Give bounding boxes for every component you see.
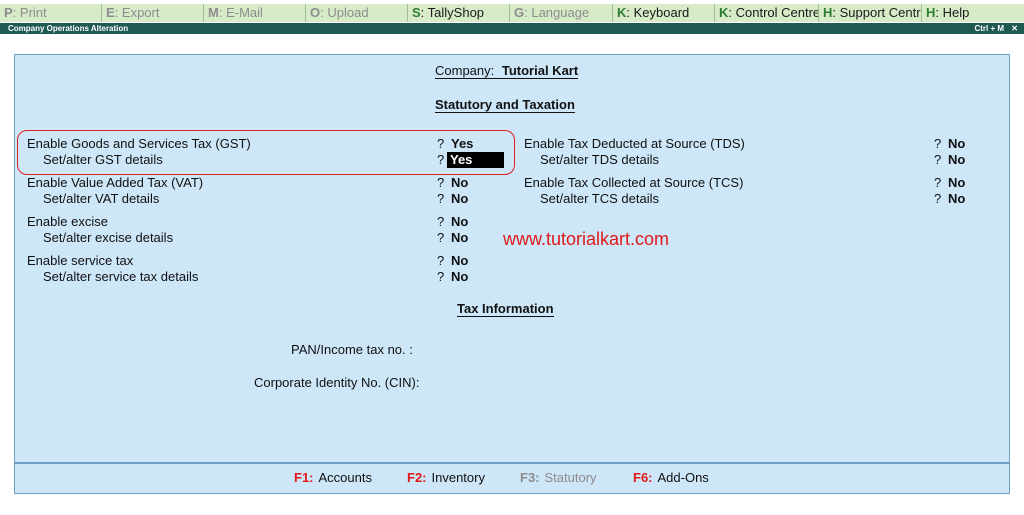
tcs-enable-label: Enable Tax Collected at Source (TCS)	[524, 175, 744, 190]
excise-details-label: Set/alter excise details	[43, 230, 174, 245]
top-menu-bar: P: Print E: Export M: E-Mail O: Upload S…	[0, 4, 1024, 22]
vat-details-value[interactable]: No	[451, 191, 468, 207]
section-tax-info-title: Tax Information	[457, 301, 554, 317]
vat-enable-q: ?	[437, 175, 445, 190]
service-tax-enable-q: ?	[437, 253, 445, 268]
footer-statutory-button[interactable]: F3: Statutory	[520, 470, 597, 485]
section-statutory-title: Statutory and Taxation	[435, 97, 575, 113]
footer-addons-button[interactable]: F6: Add-Ons	[633, 470, 709, 485]
tcs-details-label: Set/alter TCS details	[540, 191, 659, 206]
cin-label: Corporate Identity No. (CIN):	[254, 375, 420, 390]
tds-enable-value[interactable]: No	[948, 136, 965, 152]
menu-print[interactable]: P: Print	[0, 4, 102, 22]
menu-control-centre[interactable]: K: Control Centre	[715, 4, 819, 22]
gst-highlight-box	[17, 130, 515, 175]
tds-enable-q: ?	[934, 136, 942, 151]
footer-inventory-button[interactable]: F2: Inventory	[407, 470, 485, 485]
excise-details-value[interactable]: No	[451, 230, 468, 246]
menu-upload[interactable]: O: Upload	[306, 4, 408, 22]
pan-label: PAN/Income tax no. :	[291, 342, 413, 357]
watermark-text: www.tutorialkart.com	[503, 229, 670, 249]
menu-language[interactable]: G: Language	[510, 4, 613, 22]
window-title-bar: Company Operations Alteration Ctrl + M ✕	[0, 23, 1024, 34]
vat-details-label: Set/alter VAT details	[43, 191, 160, 206]
menu-email[interactable]: M: E-Mail	[204, 4, 306, 22]
excise-enable-q: ?	[437, 214, 445, 229]
footer-accounts-button[interactable]: F1: Accounts	[294, 470, 372, 485]
service-tax-enable-label: Enable service tax	[27, 253, 134, 268]
shortcut-hint: Ctrl + M	[974, 24, 1004, 33]
menu-keyboard[interactable]: K: Keyboard	[613, 4, 715, 22]
footer-bar	[14, 463, 1010, 494]
menu-tallyshop[interactable]: S: TallyShop	[408, 4, 510, 22]
company-header: Company: Tutorial Kart	[435, 63, 579, 79]
tcs-details-q: ?	[934, 191, 942, 206]
vat-enable-value[interactable]: No	[451, 175, 468, 191]
tds-details-label: Set/alter TDS details	[540, 152, 659, 167]
menu-export[interactable]: E: Export	[102, 4, 204, 22]
service-tax-details-q: ?	[437, 269, 445, 284]
tcs-details-value[interactable]: No	[948, 191, 965, 207]
tcs-enable-value[interactable]: No	[948, 175, 965, 191]
company-alteration-panel	[14, 54, 1010, 463]
tds-enable-label: Enable Tax Deducted at Source (TDS)	[524, 136, 745, 151]
service-tax-details-label: Set/alter service tax details	[43, 269, 199, 284]
vat-details-q: ?	[437, 191, 445, 206]
excise-enable-value[interactable]: No	[451, 214, 468, 230]
excise-details-q: ?	[437, 230, 445, 245]
close-icon[interactable]: ✕	[1011, 23, 1018, 34]
service-tax-enable-value[interactable]: No	[451, 253, 468, 269]
tcs-enable-q: ?	[934, 175, 942, 190]
tds-details-value[interactable]: No	[948, 152, 965, 168]
vat-enable-label: Enable Value Added Tax (VAT)	[27, 175, 204, 190]
window-title: Company Operations Alteration	[8, 24, 129, 33]
excise-enable-label: Enable excise	[27, 214, 108, 229]
company-name: Tutorial Kart	[501, 63, 579, 78]
tds-details-q: ?	[934, 152, 942, 167]
service-tax-details-value[interactable]: No	[451, 269, 468, 285]
menu-support-centre[interactable]: H: Support Centre	[819, 4, 922, 22]
menu-help[interactable]: H: Help	[922, 4, 1024, 22]
